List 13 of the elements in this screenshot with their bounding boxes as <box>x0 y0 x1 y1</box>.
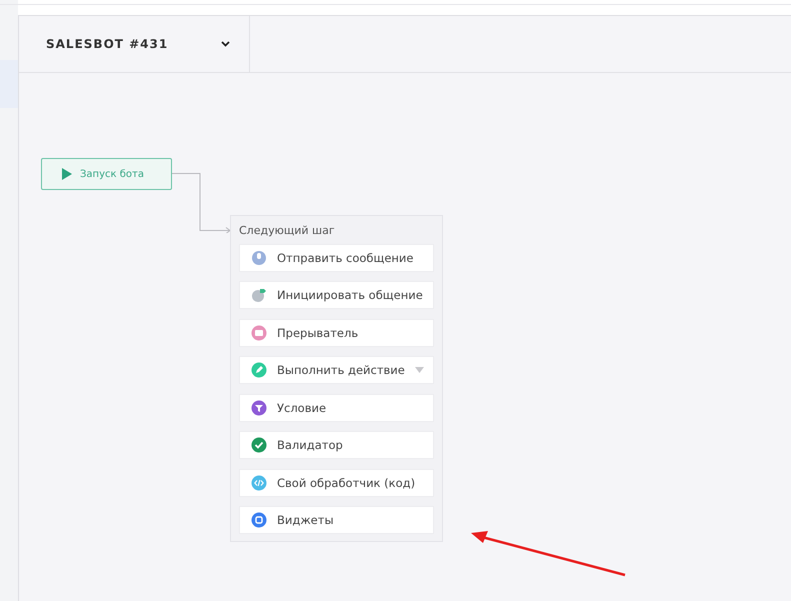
bot-title: SALESBOT #431 <box>46 37 168 51</box>
menu-item[interactable]: Валидатор <box>239 431 434 459</box>
menu-item[interactable]: Виджеты <box>239 506 434 534</box>
connector-line <box>172 173 231 233</box>
play-icon <box>62 168 72 180</box>
menu-item[interactable]: Прерыватель <box>239 318 434 346</box>
chevron-icon[interactable] <box>221 41 230 47</box>
menu-item[interactable]: Условие <box>239 394 434 422</box>
menu-item[interactable]: Инициировать общение <box>239 281 434 309</box>
menu-title: Следующий шаг <box>239 224 336 237</box>
menu-item[interactable]: Выполнить действие <box>239 356 434 384</box>
menu-item[interactable]: Свой обработчик (код) <box>239 468 434 496</box>
menu-item[interactable]: Отправить сообщение <box>239 244 434 272</box>
